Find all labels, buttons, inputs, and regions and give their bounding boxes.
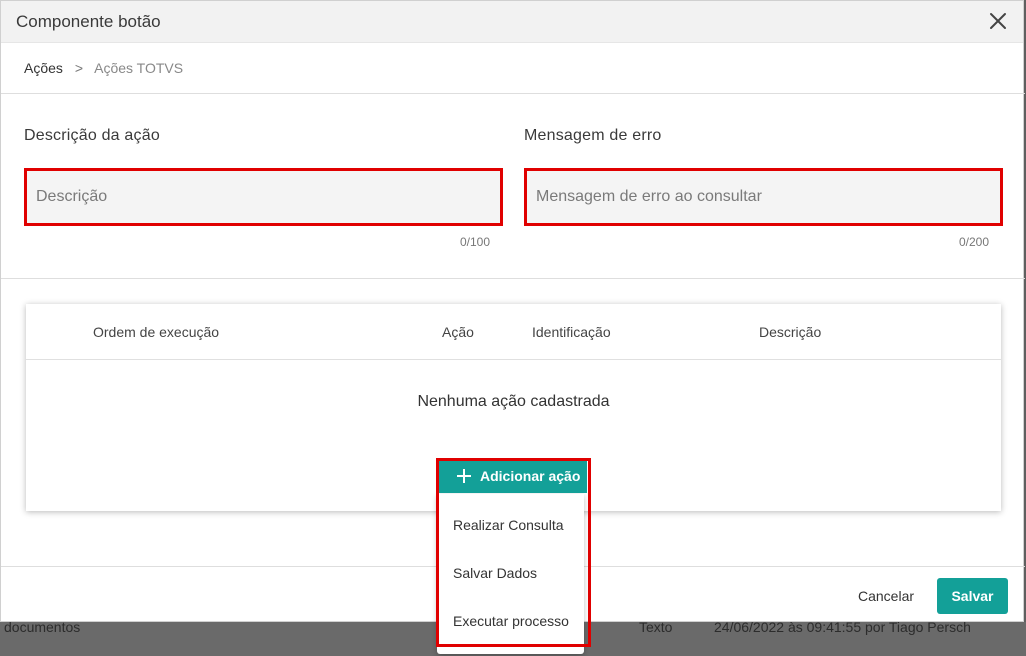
breadcrumb-parent[interactable]: Ações <box>24 60 63 76</box>
column-header-identification[interactable]: Identificação <box>532 324 611 340</box>
column-header-description[interactable]: Descrição <box>759 324 821 340</box>
description-field <box>24 168 503 226</box>
modal-header: Componente botão <box>1 1 1023 43</box>
header-divider <box>1 93 1025 94</box>
error-message-input[interactable] <box>527 171 1000 223</box>
column-header-action[interactable]: Ação <box>442 324 474 340</box>
highlight-box <box>436 458 591 647</box>
description-input[interactable] <box>27 171 500 223</box>
cancel-button[interactable]: Cancelar <box>849 581 923 611</box>
form-divider <box>1 278 1025 279</box>
description-counter: 0/100 <box>460 235 491 249</box>
table-header-divider <box>26 359 1001 360</box>
description-label: Descrição da ação <box>24 127 160 144</box>
save-button[interactable]: Salvar <box>937 578 1008 614</box>
breadcrumb-separator: > <box>74 60 83 76</box>
error-message-label: Mensagem de erro <box>524 127 662 144</box>
modal-title: Componente botão <box>16 12 161 31</box>
close-icon[interactable] <box>987 10 1009 32</box>
column-header-execution-order[interactable]: Ordem de execução <box>93 324 219 340</box>
error-message-counter: 0/200 <box>959 235 990 249</box>
error-message-field <box>524 168 1003 226</box>
empty-table-message: Nenhuma ação cadastrada <box>417 393 610 410</box>
breadcrumb: Ações > Ações TOTVS <box>24 60 183 76</box>
breadcrumb-current: Ações TOTVS <box>94 60 184 76</box>
